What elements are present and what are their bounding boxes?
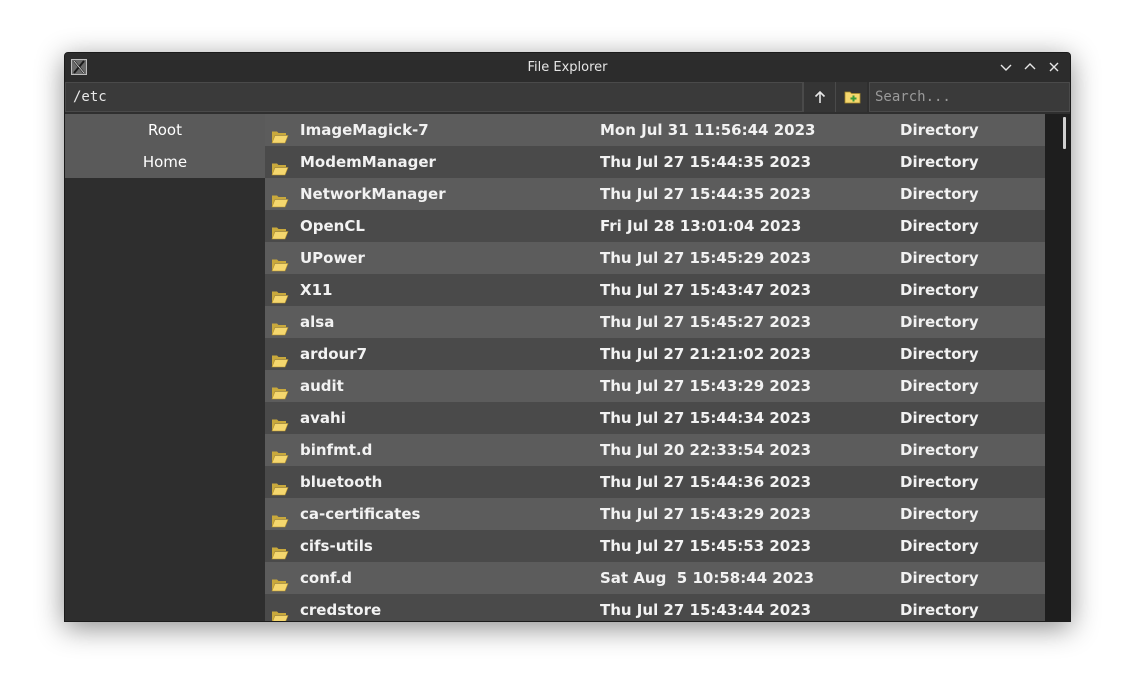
file-modified-date: Thu Jul 27 15:44:34 2023 xyxy=(600,409,812,427)
folder-open-icon xyxy=(271,603,289,621)
file-explorer-window: File Explorer /etc Search... Root Home I… xyxy=(64,52,1071,622)
file-modified-date: Thu Jul 20 22:33:54 2023 xyxy=(600,441,812,459)
file-row[interactable]: NetworkManager Thu Jul 27 15:44:35 2023 Di… xyxy=(265,178,1045,210)
file-row[interactable]: ModemManager Thu Jul 27 15:44:35 2023 Dire… xyxy=(265,146,1045,178)
file-type: Directory xyxy=(900,569,979,587)
file-row[interactable]: X11 Thu Jul 27 15:43:47 2023 Directory xyxy=(265,274,1045,306)
file-name: binfmt.d xyxy=(300,441,373,459)
file-row[interactable]: credstore Thu Jul 27 15:43:44 2023 Directo… xyxy=(265,594,1045,621)
new-folder-button[interactable] xyxy=(835,82,867,112)
file-list: ImageMagick-7 Mon Jul 31 11:56:44 2023 Dir… xyxy=(265,114,1045,621)
file-modified-date: Fri Jul 28 13:01:04 2023 xyxy=(600,217,802,235)
title-bar[interactable]: File Explorer xyxy=(65,53,1070,82)
file-row[interactable]: alsa Thu Jul 27 15:45:27 2023 Directory xyxy=(265,306,1045,338)
file-name: NetworkManager xyxy=(300,185,446,203)
file-name: ModemManager xyxy=(300,153,436,171)
file-row[interactable]: ca-certificates Thu Jul 27 15:43:29 2023 D… xyxy=(265,498,1045,530)
chevron-up-icon xyxy=(1024,63,1036,70)
file-name: cifs-utils xyxy=(300,537,373,555)
file-modified-date: Thu Jul 27 15:44:35 2023 xyxy=(600,153,812,171)
file-row[interactable]: OpenCL Fri Jul 28 13:01:04 2023 Directory xyxy=(265,210,1045,242)
sidebar-item-root[interactable]: Root xyxy=(65,114,265,146)
search-input[interactable] xyxy=(869,82,1070,112)
file-name: OpenCL xyxy=(300,217,365,235)
file-row[interactable]: ardour7 Thu Jul 27 21:21:02 2023 Directory xyxy=(265,338,1045,370)
file-modified-date: Sat Aug 5 10:58:44 2023 xyxy=(600,569,815,587)
file-name: UPower xyxy=(300,249,365,267)
file-type: Directory xyxy=(900,313,979,331)
file-type: Directory xyxy=(900,153,979,171)
sidebar-item-home[interactable]: Home xyxy=(65,146,265,178)
file-row[interactable]: avahi Thu Jul 27 15:44:34 2023 Directory xyxy=(265,402,1045,434)
file-type: Directory xyxy=(900,473,979,491)
window-title: File Explorer xyxy=(527,60,608,75)
file-type: Directory xyxy=(900,409,979,427)
file-name: avahi xyxy=(300,409,346,427)
file-name: conf.d xyxy=(300,569,353,587)
file-name: audit xyxy=(300,377,344,395)
maximize-button[interactable] xyxy=(1022,59,1038,75)
file-modified-date: Thu Jul 27 15:43:29 2023 xyxy=(600,505,812,523)
new-folder-icon xyxy=(844,91,861,104)
file-name: ca-certificates xyxy=(300,505,421,523)
file-type: Directory xyxy=(900,121,979,139)
file-type: Directory xyxy=(900,441,979,459)
file-type: Directory xyxy=(900,377,979,395)
file-modified-date: Mon Jul 31 11:56:44 2023 xyxy=(600,121,816,139)
vertical-scrollbar[interactable] xyxy=(1045,114,1070,621)
file-type: Directory xyxy=(900,537,979,555)
file-row[interactable]: bluetooth Thu Jul 27 15:44:36 2023 Directo… xyxy=(265,466,1045,498)
file-modified-date: Thu Jul 27 15:45:53 2023 xyxy=(600,537,812,555)
close-button[interactable] xyxy=(1046,59,1062,75)
file-name: ImageMagick-7 xyxy=(300,121,429,139)
close-icon xyxy=(1049,62,1059,72)
file-row[interactable]: UPower Thu Jul 27 15:45:29 2023 Directory xyxy=(265,242,1045,274)
go-up-button[interactable] xyxy=(803,82,835,112)
file-type: Directory xyxy=(900,281,979,299)
arrow-up-icon xyxy=(814,90,826,103)
file-type: Directory xyxy=(900,249,979,267)
file-modified-date: Thu Jul 27 15:43:29 2023 xyxy=(600,377,812,395)
file-modified-date: Thu Jul 27 15:43:44 2023 xyxy=(600,601,812,619)
file-modified-date: Thu Jul 27 15:44:36 2023 xyxy=(600,473,812,491)
file-type: Directory xyxy=(900,217,979,235)
path-input[interactable] xyxy=(65,82,803,112)
file-name: credstore xyxy=(300,601,382,619)
file-row[interactable]: ImageMagick-7 Mon Jul 31 11:56:44 2023 Dir… xyxy=(265,114,1045,146)
file-row[interactable]: audit Thu Jul 27 15:43:29 2023 Directory xyxy=(265,370,1045,402)
file-type: Directory xyxy=(900,185,979,203)
file-modified-date: Thu Jul 27 15:45:29 2023 xyxy=(600,249,812,267)
minimize-button[interactable] xyxy=(998,59,1014,75)
file-row[interactable]: cifs-utils Thu Jul 27 15:45:53 2023 Direct… xyxy=(265,530,1045,562)
sidebar: Root Home xyxy=(65,114,265,621)
file-name: alsa xyxy=(300,313,335,331)
file-modified-date: Thu Jul 27 15:43:47 2023 xyxy=(600,281,812,299)
file-modified-date: Thu Jul 27 21:21:02 2023 xyxy=(600,345,812,363)
chevron-down-icon xyxy=(1000,64,1012,71)
file-type: Directory xyxy=(900,345,979,363)
file-modified-date: Thu Jul 27 15:44:35 2023 xyxy=(600,185,812,203)
file-type: Directory xyxy=(900,601,979,619)
file-type: Directory xyxy=(900,505,979,523)
file-modified-date: Thu Jul 27 15:45:27 2023 xyxy=(600,313,812,331)
file-name: bluetooth xyxy=(300,473,383,491)
file-name: X11 xyxy=(300,281,333,299)
file-row[interactable]: conf.d Sat Aug 5 10:58:44 2023 Directory xyxy=(265,562,1045,594)
toolbar xyxy=(65,82,1070,114)
file-name: ardour7 xyxy=(300,345,368,363)
scrollbar-thumb[interactable] xyxy=(1063,117,1066,149)
file-row[interactable]: binfmt.d Thu Jul 20 22:33:54 2023 Director… xyxy=(265,434,1045,466)
